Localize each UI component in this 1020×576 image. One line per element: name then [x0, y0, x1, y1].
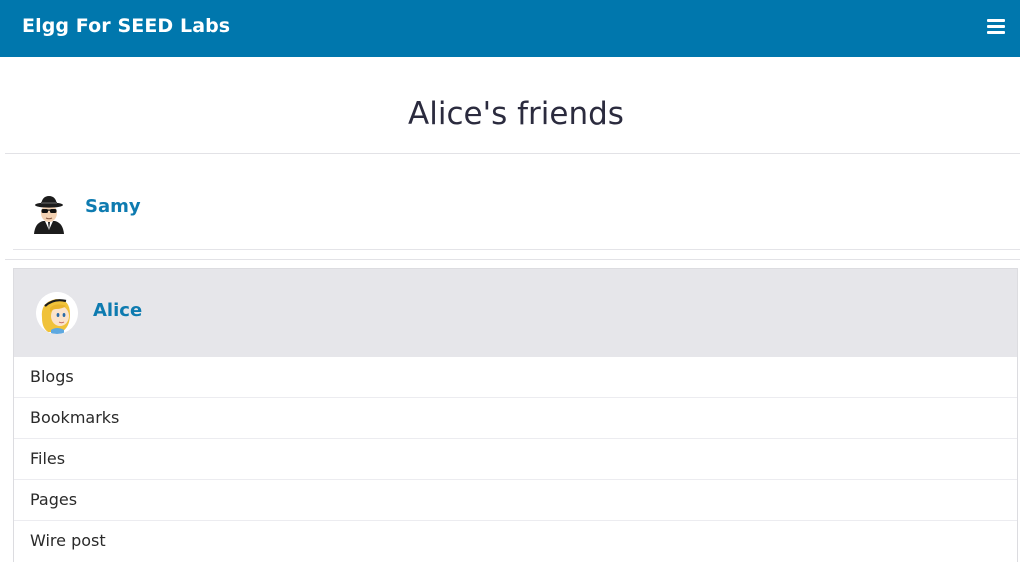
- alice-avatar-image: [36, 292, 78, 334]
- friend-list-item: Samy: [13, 178, 1020, 250]
- title-divider: [5, 153, 1020, 154]
- owner-menu-item-blogs[interactable]: Blogs: [14, 357, 1017, 398]
- owner-menu-item-pages[interactable]: Pages: [14, 480, 1017, 521]
- spy-avatar-icon[interactable]: [30, 194, 68, 234]
- hamburger-menu-icon[interactable]: [985, 17, 1007, 37]
- owner-name-link[interactable]: Alice: [93, 299, 142, 323]
- owner-menu-item-wire-post[interactable]: Wire post: [14, 521, 1017, 562]
- page-title: Alice's friends: [408, 96, 624, 132]
- owner-block: Alice Blogs Bookmarks Files Pages Wire p…: [13, 268, 1018, 562]
- owner-menu-item-files[interactable]: Files: [14, 439, 1017, 480]
- friend-name-link[interactable]: Samy: [85, 195, 141, 219]
- list-divider: [5, 259, 1020, 260]
- alice-avatar-icon[interactable]: [36, 292, 78, 334]
- owner-header: Alice: [14, 269, 1017, 357]
- owner-menu: Blogs Bookmarks Files Pages Wire post: [14, 357, 1017, 562]
- owner-menu-item-bookmarks[interactable]: Bookmarks: [14, 398, 1017, 439]
- top-bar: Elgg For SEED Labs: [0, 0, 1020, 57]
- site-name-link[interactable]: Elgg For SEED Labs: [22, 14, 230, 38]
